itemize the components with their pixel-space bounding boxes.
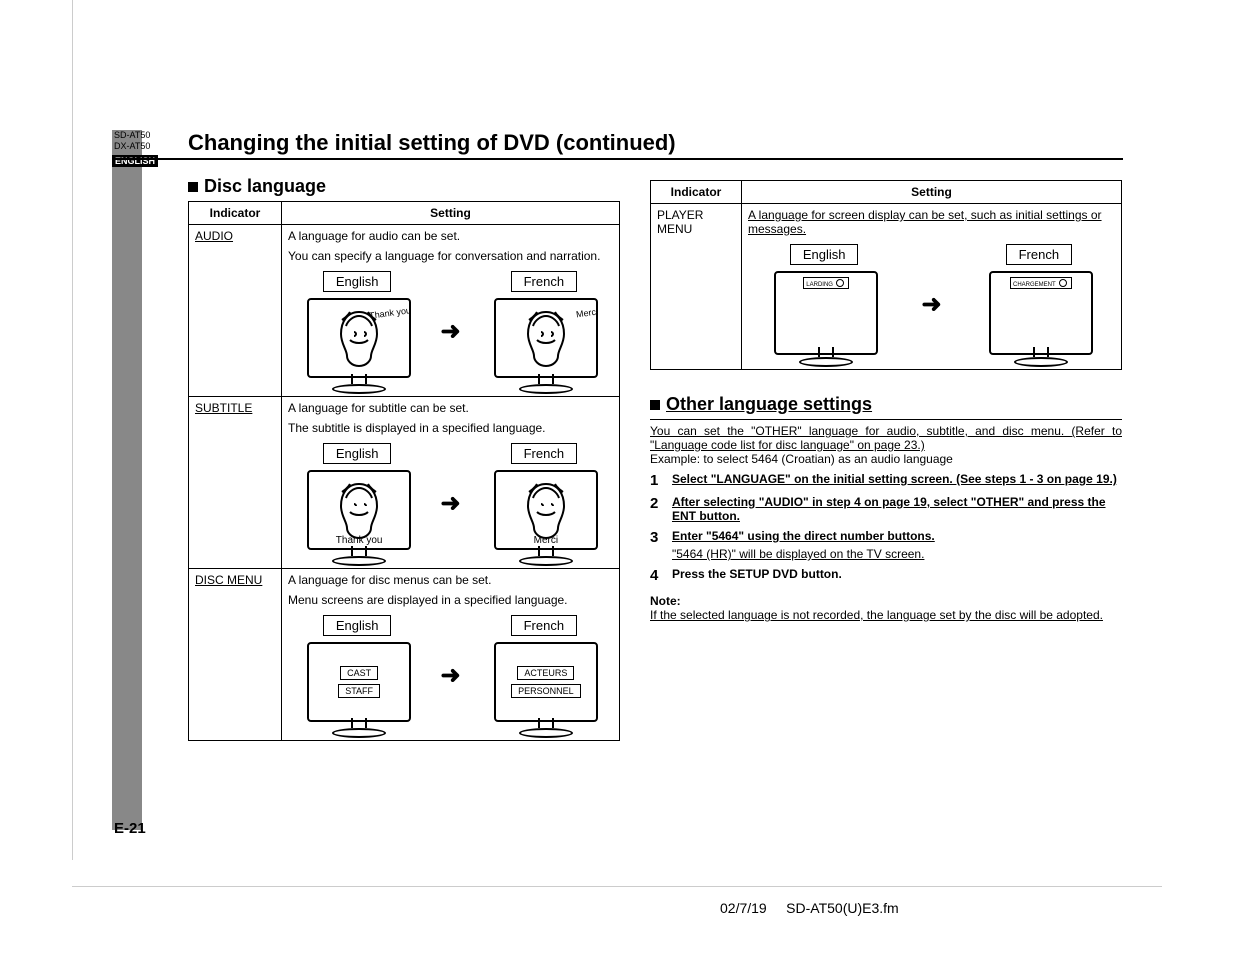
page-number: E-21	[114, 820, 146, 837]
disc-language-heading-text: Disc language	[204, 176, 326, 196]
tv-icon: CAST STAFF	[302, 636, 412, 736]
english-label: English	[323, 271, 392, 292]
language-tag: ENGLISH	[112, 155, 158, 167]
row-subtitle: SUBTITLE A language for subtitle can be …	[189, 397, 620, 569]
tv-icon: Merci	[489, 292, 599, 392]
clock-icon	[1059, 279, 1067, 287]
left-margin-rule	[72, 0, 73, 860]
arrow-icon: ➜	[440, 661, 460, 690]
arrow-icon: ➜	[440, 489, 460, 518]
indicator-disc-menu: DISC MENU	[195, 573, 262, 587]
discmenu-desc-1: A language for disc menus can be set.	[288, 573, 613, 587]
tv-icon: Thank you	[302, 292, 412, 392]
tv-icon: LARDING	[769, 265, 879, 365]
model-numbers: SD-AT50 DX-AT50	[114, 130, 150, 152]
audio-desc-1: A language for audio can be set.	[288, 229, 613, 243]
step-3b-text: "5464 (HR)" will be displayed on the TV …	[672, 547, 1122, 561]
subtitle-text-en: Thank you	[309, 535, 409, 546]
tv-icon: ACTEURS PERSONNEL	[489, 636, 599, 736]
audio-desc-2: You can specify a language for conversat…	[288, 249, 613, 263]
indicator-subtitle: SUBTITLE	[195, 401, 252, 415]
face-icon	[519, 306, 573, 370]
other-intro: You can set the "OTHER" language for aud…	[650, 424, 1122, 452]
loading-text-fr: CHARGEMENT	[1013, 282, 1056, 288]
french-label: French	[511, 615, 577, 636]
menu-button-acteurs: ACTEURS	[517, 666, 574, 680]
indicator-audio: AUDIO	[195, 229, 233, 243]
left-column: Disc language Indicator Setting AUDIO A …	[188, 176, 620, 741]
french-label: French	[511, 443, 577, 464]
square-bullet-icon	[650, 400, 660, 410]
subtitle-desc-1: A language for subtitle can be set.	[288, 401, 613, 415]
row-disc-menu: DISC MENU A language for disc menus can …	[189, 569, 620, 741]
player-menu-desc: A language for screen display can be set…	[748, 208, 1102, 236]
footer-text: 02/7/19 SD-AT50(U)E3.fm	[720, 900, 899, 916]
player-menu-table: Indicator Setting PLAYER MENU A language…	[650, 180, 1122, 370]
model-1: SD-AT50	[114, 130, 150, 140]
other-language-heading-text: Other language settings	[666, 394, 872, 414]
step-4: 4Press the SETUP DVD button.	[650, 567, 1122, 584]
title-underline	[113, 158, 1123, 160]
section-marker-bar	[112, 130, 142, 830]
step-3: 3Enter "5464" using the direct number bu…	[650, 529, 1122, 561]
loading-banner-fr: CHARGEMENT	[1010, 277, 1072, 289]
french-label: French	[511, 271, 577, 292]
arrow-icon: ➜	[440, 317, 460, 346]
face-icon	[519, 478, 573, 542]
square-bullet-icon	[188, 182, 198, 192]
menu-button-personnel: PERSONNEL	[511, 684, 581, 698]
footer-rule	[72, 886, 1162, 887]
discmenu-desc-2: Menu screens are displayed in a specifie…	[288, 593, 613, 607]
row-audio: AUDIO A language for audio can be set. Y…	[189, 225, 620, 397]
step-4-text: Press the SETUP DVD button.	[672, 567, 842, 581]
note-label: Note:	[650, 594, 1122, 608]
step-2: 2After selecting "AUDIO" in step 4 on pa…	[650, 495, 1122, 523]
step-2-text: After selecting "AUDIO" in step 4 on pag…	[672, 495, 1106, 523]
footer-file: SD-AT50(U)E3.fm	[786, 900, 899, 916]
loading-text-en: LARDING	[806, 282, 833, 288]
disc-language-heading: Disc language	[188, 176, 620, 197]
english-label: English	[790, 244, 859, 265]
tv-icon: Thank you	[302, 464, 412, 564]
col-indicator-header: Indicator	[651, 181, 742, 204]
face-icon	[332, 478, 386, 542]
disc-language-table: Indicator Setting AUDIO A language for a…	[188, 201, 620, 741]
indicator-player-menu: PLAYER MENU	[651, 204, 742, 370]
menu-button-staff: STAFF	[338, 684, 380, 698]
step-3-text: Enter "5464" using the direct number but…	[672, 529, 935, 543]
step-1-text: Select "LANGUAGE" on the initial setting…	[672, 472, 1117, 486]
footer-date: 02/7/19	[720, 900, 767, 916]
model-2: DX-AT50	[114, 141, 150, 151]
other-example: Example: to select 5464 (Croatian) as an…	[650, 452, 1122, 466]
other-language-heading: Other language settings	[650, 394, 1122, 415]
note-text: If the selected language is not recorded…	[650, 608, 1122, 622]
arrow-icon: ➜	[921, 290, 941, 319]
col-setting-header: Setting	[282, 202, 620, 225]
english-label: English	[323, 615, 392, 636]
col-setting-header: Setting	[742, 181, 1122, 204]
tv-icon: Merci	[489, 464, 599, 564]
tv-icon: CHARGEMENT	[984, 265, 1094, 365]
page-title: Changing the initial setting of DVD (con…	[188, 130, 676, 156]
menu-button-cast: CAST	[340, 666, 378, 680]
english-label: English	[323, 443, 392, 464]
col-indicator-header: Indicator	[189, 202, 282, 225]
clock-icon	[836, 279, 844, 287]
french-label: French	[1006, 244, 1072, 265]
subtitle-desc-2: The subtitle is displayed in a specified…	[288, 421, 613, 435]
step-1: 1Select "LANGUAGE" on the initial settin…	[650, 472, 1122, 489]
loading-banner-en: LARDING	[803, 277, 849, 289]
speech-bubble-fr: Merci	[575, 307, 598, 320]
subtitle-text-fr: Merci	[496, 535, 596, 546]
right-column: Indicator Setting PLAYER MENU A language…	[650, 180, 1122, 622]
